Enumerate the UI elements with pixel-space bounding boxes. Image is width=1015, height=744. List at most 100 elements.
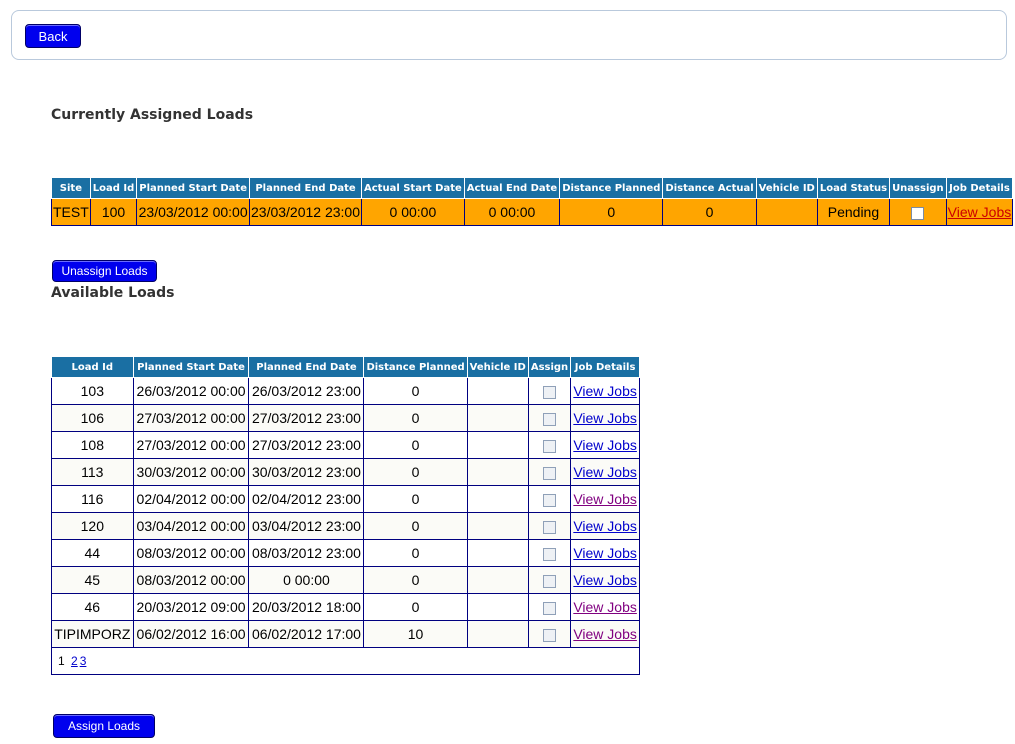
vehicle-id-cell	[466, 377, 529, 405]
vehicle-id-cell	[466, 458, 529, 486]
load-id-cell: 100	[89, 198, 138, 226]
vehicle-id-cell	[466, 431, 529, 459]
job-details-cell: View Jobs	[570, 377, 640, 405]
col-header: Unassign	[889, 177, 947, 199]
assign-checkbox[interactable]	[543, 601, 556, 615]
planned-start-cell: 26/03/2012 00:00	[132, 377, 250, 405]
assign-cell	[527, 512, 572, 540]
unassign-checkbox[interactable]	[911, 206, 925, 220]
assign-checkbox[interactable]	[543, 520, 556, 534]
job-details-cell: View Jobs	[570, 404, 640, 432]
planned-start-cell: 27/03/2012 00:00	[132, 404, 250, 432]
planned-end-cell: 08/03/2012 23:00	[248, 539, 365, 567]
planned-end-cell: 30/03/2012 23:00	[248, 458, 365, 486]
assign-cell	[527, 593, 572, 621]
assigned-loads-heading: Currently Assigned Loads	[51, 107, 254, 123]
top-toolbar: Back	[11, 10, 1007, 60]
col-header: Job Details	[945, 177, 1014, 199]
planned-start-cell: 27/03/2012 00:00	[132, 431, 250, 459]
assign-checkbox[interactable]	[543, 547, 556, 561]
assign-checkbox[interactable]	[543, 466, 556, 480]
view-jobs-link[interactable]: View Jobs	[573, 437, 637, 453]
view-jobs-link[interactable]: View Jobs	[573, 491, 637, 507]
assign-checkbox[interactable]	[543, 628, 556, 642]
job-details-cell: View Jobs	[570, 431, 640, 459]
view-jobs-link[interactable]: View Jobs	[573, 572, 637, 588]
planned-start-cell: 08/03/2012 00:00	[132, 539, 250, 567]
table-row: 108 27/03/2012 00:00 27/03/2012 23:00 0 …	[51, 431, 640, 459]
assign-checkbox[interactable]	[543, 412, 556, 426]
col-header: Vehicle ID	[755, 177, 818, 199]
unassign-cell	[889, 198, 947, 226]
vehicle-id-cell	[466, 404, 529, 432]
job-details-cell: View Jobs	[570, 593, 640, 621]
distance-actual-cell: 0	[662, 198, 757, 226]
distance-planned-cell: 0	[363, 431, 468, 459]
planned-end-cell: 02/04/2012 23:00	[248, 485, 365, 513]
planned-start-cell: 03/04/2012 00:00	[132, 512, 250, 540]
load-id-cell: 103	[51, 377, 134, 405]
available-loads-table: Load Id Planned Start Date Planned End D…	[51, 356, 640, 675]
vehicle-id-cell	[466, 620, 529, 648]
planned-end-cell: 03/04/2012 23:00	[248, 512, 365, 540]
pager-page-link[interactable]: 3	[80, 654, 87, 668]
view-jobs-link[interactable]: View Jobs	[573, 383, 637, 399]
col-header: Planned End Date	[248, 356, 365, 378]
col-header: Load Id	[89, 177, 138, 199]
pager-page-link[interactable]: 2	[71, 654, 78, 668]
view-jobs-link[interactable]: View Jobs	[573, 626, 637, 642]
planned-end-cell: 23/03/2012 23:00	[249, 198, 362, 226]
job-details-cell: View Jobs	[570, 458, 640, 486]
assign-loads-button[interactable]: Assign Loads	[53, 714, 155, 738]
table-row: 116 02/04/2012 00:00 02/04/2012 23:00 0 …	[51, 485, 640, 513]
planned-start-cell: 20/03/2012 09:00	[132, 593, 250, 621]
assign-checkbox[interactable]	[543, 439, 556, 453]
col-header: Actual End Date	[463, 177, 561, 199]
assign-checkbox[interactable]	[543, 493, 556, 507]
planned-end-cell: 0 00:00	[248, 566, 365, 594]
view-jobs-link[interactable]: View Jobs	[573, 518, 637, 534]
distance-planned-cell: 0	[363, 377, 468, 405]
distance-planned-cell: 0	[363, 566, 468, 594]
planned-end-cell: 27/03/2012 23:00	[248, 404, 365, 432]
view-jobs-link[interactable]: View Jobs	[948, 204, 1012, 220]
distance-planned-cell: 0	[363, 593, 468, 621]
view-jobs-link[interactable]: View Jobs	[573, 599, 637, 615]
distance-planned-cell: 0	[363, 485, 468, 513]
load-id-cell: 45	[51, 566, 134, 594]
col-header: Distance Planned	[363, 356, 468, 378]
pager: 1 23	[51, 647, 640, 675]
col-header: Distance Planned	[559, 177, 664, 199]
table-row: 46 20/03/2012 09:00 20/03/2012 18:00 0 V…	[51, 593, 640, 621]
col-header: Distance Actual	[662, 177, 757, 199]
unassign-loads-button[interactable]: Unassign Loads	[52, 260, 157, 282]
table-row: 106 27/03/2012 00:00 27/03/2012 23:00 0 …	[51, 404, 640, 432]
load-id-cell: 44	[51, 539, 134, 567]
assign-cell	[527, 485, 572, 513]
pager-current-page: 1	[58, 654, 65, 668]
planned-end-cell: 27/03/2012 23:00	[248, 431, 365, 459]
load-id-cell: 120	[51, 512, 134, 540]
assign-checkbox[interactable]	[543, 574, 556, 588]
view-jobs-link[interactable]: View Jobs	[573, 545, 637, 561]
vehicle-id-cell	[466, 539, 529, 567]
available-loads-heading: Available Loads	[51, 285, 175, 301]
col-header: Vehicle ID	[466, 356, 529, 378]
col-header: Planned Start Date	[132, 356, 250, 378]
table-row: TEST 100 23/03/2012 00:00 23/03/2012 23:…	[51, 198, 1014, 226]
vehicle-id-cell	[755, 198, 818, 226]
view-jobs-link[interactable]: View Jobs	[573, 410, 637, 426]
planned-end-cell: 26/03/2012 23:00	[248, 377, 365, 405]
view-jobs-link[interactable]: View Jobs	[573, 464, 637, 480]
assign-cell	[527, 566, 572, 594]
vehicle-id-cell	[466, 593, 529, 621]
distance-planned-cell: 10	[363, 620, 468, 648]
back-button[interactable]: Back	[25, 24, 81, 48]
assign-cell	[527, 539, 572, 567]
distance-planned-cell: 0	[363, 512, 468, 540]
pager-row: 1 23	[51, 647, 640, 675]
job-details-cell: View Jobs	[570, 566, 640, 594]
assign-checkbox[interactable]	[543, 385, 556, 399]
assigned-header-row: Site Load Id Planned Start Date Planned …	[51, 177, 1014, 199]
load-id-cell: 106	[51, 404, 134, 432]
